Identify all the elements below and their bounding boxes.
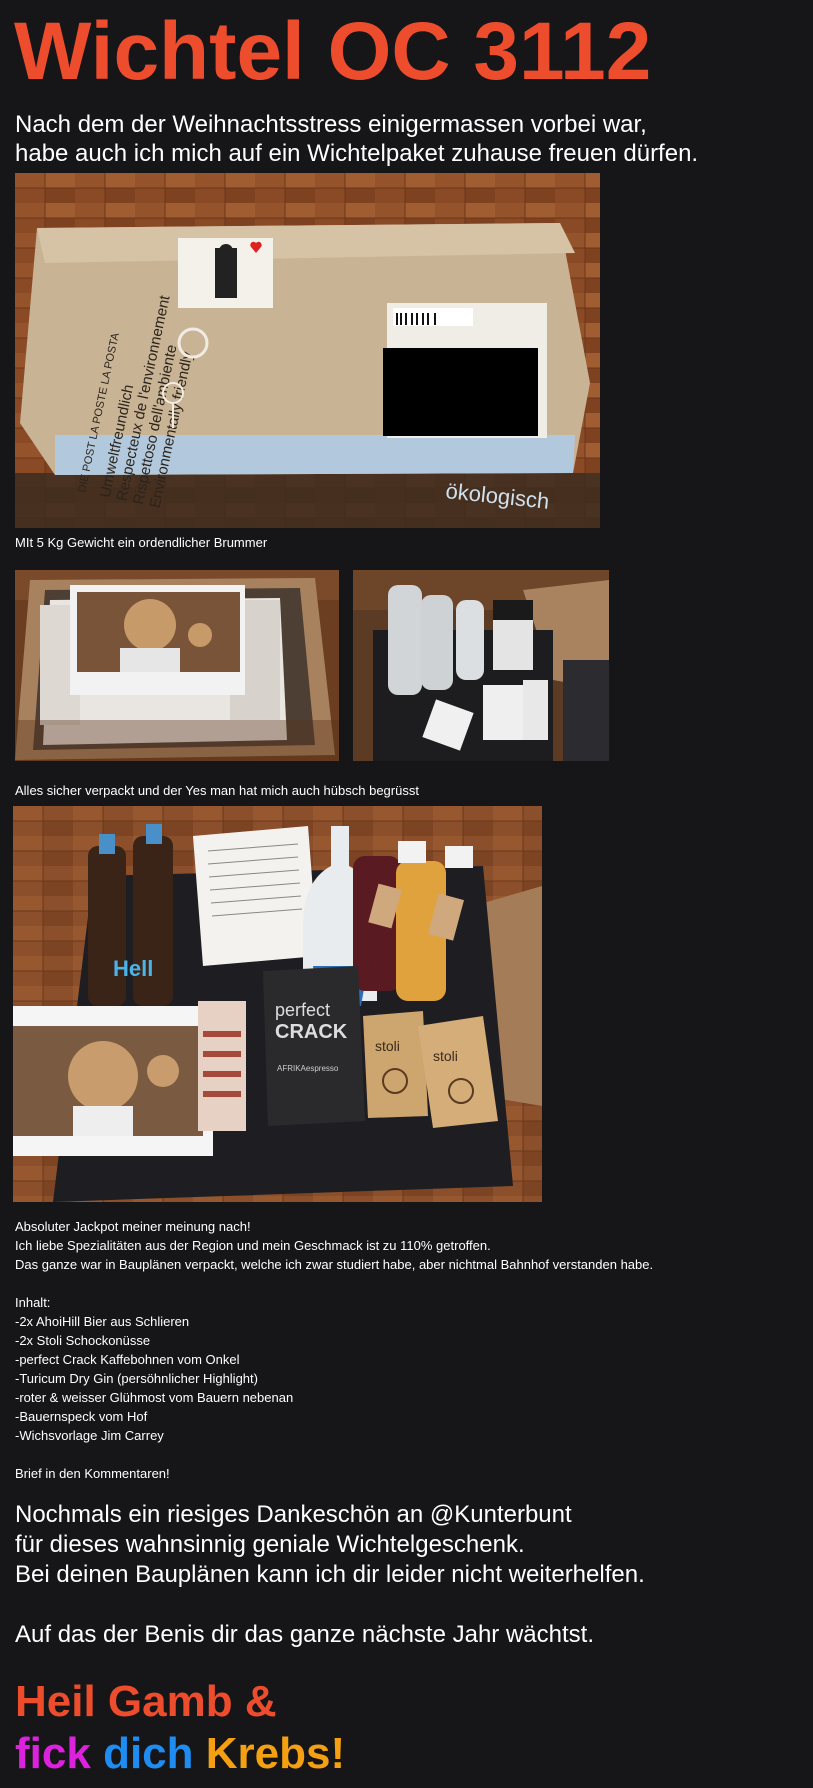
list-item: -2x AhoiHill Bier aus Schlieren <box>15 1314 190 1329</box>
thanks-line-1: Nochmals ein riesiges Dankeschön an @Kun… <box>15 1501 572 1528</box>
stoli-label-2: stoli <box>433 1048 458 1064</box>
crack-label: CRACK <box>275 1021 348 1043</box>
list-item: -roter & weisser Glühmost vom Bauern neb… <box>15 1390 294 1405</box>
intro-text: Nach dem der Weihnachtsstress einigermas… <box>15 110 698 168</box>
perfect-label: perfect <box>275 1000 330 1020</box>
unpacked-items-photo <box>353 570 609 761</box>
list-item: -perfect Crack Kaffebohnen vom Onkel <box>15 1352 240 1367</box>
closing-word-krebs: Krebs! <box>205 1729 346 1778</box>
body-line-2: Ich liebe Spezialitäten aus der Region u… <box>15 1238 491 1253</box>
intro-line-1: Nach dem der Weihnachtsstress einigermas… <box>15 111 647 138</box>
hell-label: Hell <box>113 956 153 981</box>
closing-line-1: Heil Gamb & <box>15 1677 277 1726</box>
closing-word-fick: fick <box>15 1729 91 1778</box>
list-item: -Wichsvorlage Jim Carrey <box>15 1428 164 1443</box>
open-box-photo <box>15 570 339 761</box>
thanks-line-3: Bei deinen Bauplänen kann ich dir leider… <box>15 1561 645 1588</box>
thanks-line-4: Auf das der Benis dir das ganze nächste … <box>15 1621 594 1648</box>
list-item: -Turicum Dry Gin (persöhnlicher Highligh… <box>15 1371 258 1386</box>
caption-weight: MIt 5 Kg Gewicht ein ordendlicher Brumme… <box>15 535 268 550</box>
stoli-label-1: stoli <box>375 1038 400 1054</box>
list-item: -Bauernspeck vom Hof <box>15 1409 148 1424</box>
page-title: Wichtel OC 3112 <box>14 6 652 97</box>
contents-photo: Hell perfect CRACK AFRIKAespresso stoli … <box>13 806 542 1202</box>
afrika-label: AFRIKAespresso <box>277 1064 339 1073</box>
closing-line-2: fick dich Krebs! <box>15 1728 345 1780</box>
package-photo: ökologisch DIE POST LA POSTE LA POSTA Um… <box>15 173 600 528</box>
caption-packed: Alles sicher verpackt und der Yes man ha… <box>15 783 419 798</box>
intro-line-2: habe auch ich mich auf ein Wichtelpaket … <box>15 140 699 167</box>
body-text: Absoluter Jackpot meiner meinung nach! I… <box>15 1217 653 1483</box>
inhalt-heading: Inhalt: <box>15 1295 51 1310</box>
body-line-3: Das ganze war in Bauplänen verpackt, wel… <box>15 1257 654 1272</box>
body-line-1: Absoluter Jackpot meiner meinung nach! <box>15 1219 251 1234</box>
closing-word-dich: dich <box>103 1729 194 1778</box>
thanks-text: Nochmals ein riesiges Dankeschön an @Kun… <box>15 1500 645 1650</box>
list-item: -2x Stoli Schockonüsse <box>15 1333 151 1348</box>
thanks-line-2: für dieses wahnsinnig geniale Wichtelges… <box>15 1531 525 1558</box>
brief-note: Brief in den Kommentaren! <box>15 1466 170 1481</box>
